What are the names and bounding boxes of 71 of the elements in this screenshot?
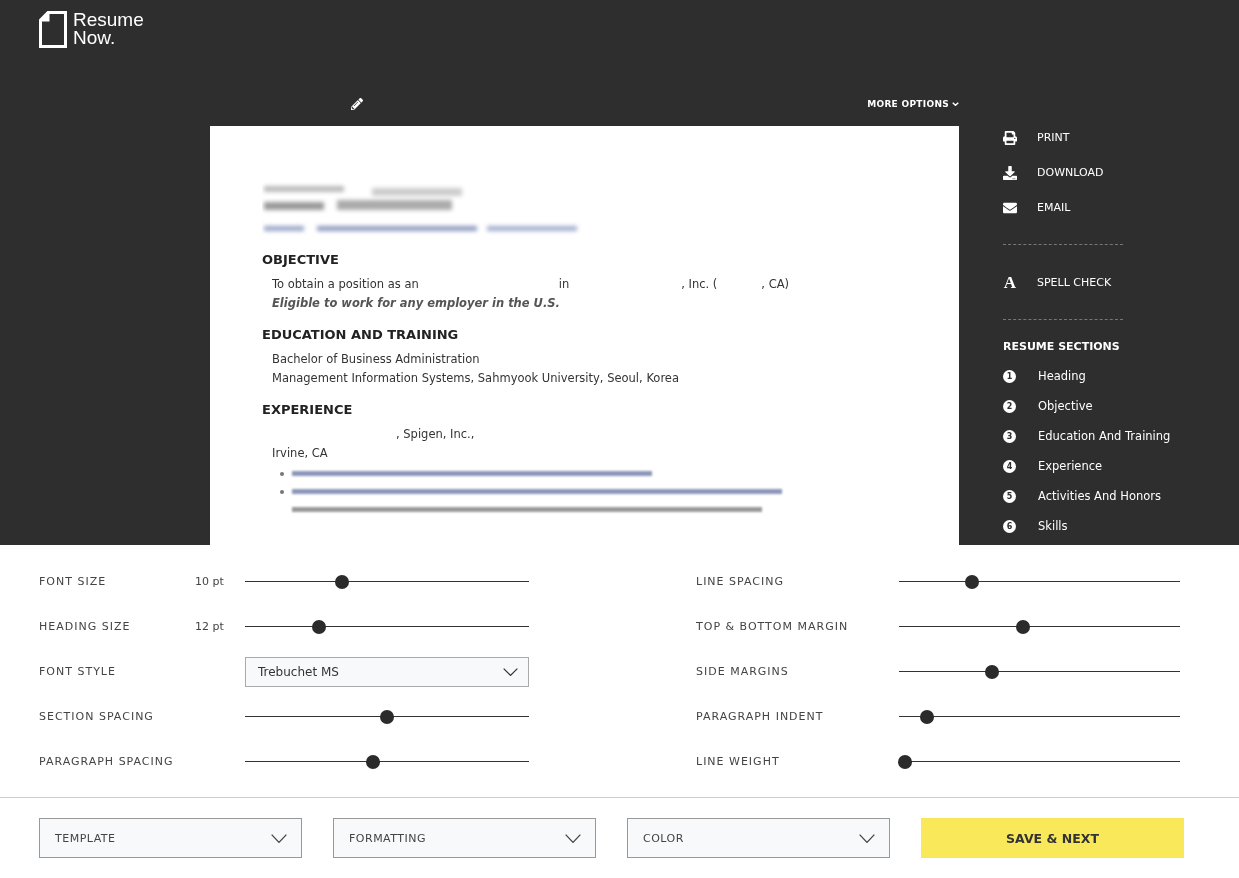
resume-text: , Inc. ( xyxy=(681,276,718,293)
setting-label: FONT STYLE xyxy=(39,665,117,678)
dropdown[interactable]: COLOR xyxy=(627,818,890,858)
section-heading: OBJECTIVE xyxy=(262,252,340,267)
setting-label: SIDE MARGINS xyxy=(696,665,790,678)
setting-label: PARAGRAPH SPACING xyxy=(39,755,175,768)
dropdown[interactable]: FORMATTING xyxy=(333,818,596,858)
section-link[interactable]: 3 Education And Training xyxy=(1003,421,1171,451)
font-select[interactable]: Trebuchet MS xyxy=(245,656,529,687)
resume-text: , CA) xyxy=(761,276,790,293)
resume-text: Irvine, CA xyxy=(272,445,329,462)
resume-text: Management Information Systems, Sahmyook University, Seoul, Korea xyxy=(272,370,680,387)
dropdown[interactable]: TEMPLATE xyxy=(39,818,302,858)
document-logo-icon xyxy=(39,11,67,48)
envelope-icon xyxy=(1003,200,1017,215)
more-options-button[interactable]: MORE OPTIONS xyxy=(867,99,959,109)
chevron-down-icon xyxy=(859,833,875,843)
setting-label: SECTION SPACING xyxy=(39,710,155,723)
resume-text: Eligible to work for any employer in the U.S. xyxy=(272,295,561,312)
setting-label: LINE SPACING xyxy=(696,575,785,588)
slider[interactable] xyxy=(899,664,1180,679)
edit-button[interactable] xyxy=(351,98,363,110)
action-button[interactable]: PRINT xyxy=(1003,120,1070,155)
resume-text: Bachelor of Business Administration xyxy=(272,351,481,368)
section-link[interactable]: 5 Activities And Honors xyxy=(1003,481,1161,511)
section-heading: EDUCATION AND TRAINING xyxy=(262,327,460,342)
chevron-down-icon xyxy=(952,102,959,106)
slider-thumb[interactable] xyxy=(1015,619,1030,634)
section-link[interactable]: 4 Experience xyxy=(1003,451,1103,481)
slider[interactable] xyxy=(245,709,529,724)
slider-thumb[interactable] xyxy=(897,754,912,769)
resume-text: in xyxy=(558,276,570,293)
slider[interactable] xyxy=(245,754,529,769)
action-button[interactable]: DOWNLOAD xyxy=(1003,155,1104,190)
section-link[interactable]: 1 Heading xyxy=(1003,361,1086,391)
chevron-down-icon xyxy=(271,833,287,843)
setting-label: HEADING SIZE xyxy=(39,620,132,633)
section-link[interactable]: 2 Objective xyxy=(1003,391,1093,421)
slider[interactable] xyxy=(899,709,1180,724)
brand-name: Resume Now. xyxy=(73,11,144,47)
sections-title: RESUME SECTIONS xyxy=(1003,340,1120,353)
resume-text: To obtain a position as an xyxy=(272,276,419,293)
slider[interactable] xyxy=(245,574,529,589)
section-link[interactable]: 6 Skills xyxy=(1003,511,1068,541)
slider-thumb[interactable] xyxy=(920,709,935,724)
spell-check-button[interactable]: A SPELL CHECK xyxy=(1003,265,1112,300)
slider-thumb[interactable] xyxy=(311,619,326,634)
printer-icon xyxy=(1003,130,1017,145)
setting-value: 10 pt xyxy=(195,575,225,588)
chevron-down-icon xyxy=(565,833,581,843)
download-icon xyxy=(1003,165,1017,180)
slider-thumb[interactable] xyxy=(965,574,980,589)
save-next-button[interactable]: SAVE & NEXT xyxy=(921,818,1184,858)
setting-label: TOP & BOTTOM MARGIN xyxy=(696,620,850,633)
slider-thumb[interactable] xyxy=(380,709,394,724)
slider[interactable] xyxy=(245,619,529,634)
slider-thumb[interactable] xyxy=(334,574,349,589)
resume-text: , Spigen, Inc., xyxy=(396,426,475,443)
slider-thumb[interactable] xyxy=(984,664,999,679)
setting-label: PARAGRAPH INDENT xyxy=(696,710,825,723)
chevron-down-icon xyxy=(503,667,518,676)
section-heading: EXPERIENCE xyxy=(262,402,354,417)
setting-value: 12 pt xyxy=(195,620,225,633)
action-button[interactable]: EMAIL xyxy=(1003,190,1071,225)
setting-label: FONT SIZE xyxy=(39,575,108,588)
slider-thumb[interactable] xyxy=(365,754,380,769)
slider[interactable] xyxy=(899,574,1180,589)
pencil-icon xyxy=(351,98,363,110)
setting-label: LINE WEIGHT xyxy=(696,755,781,768)
slider[interactable] xyxy=(899,619,1180,634)
slider[interactable] xyxy=(899,754,1180,769)
